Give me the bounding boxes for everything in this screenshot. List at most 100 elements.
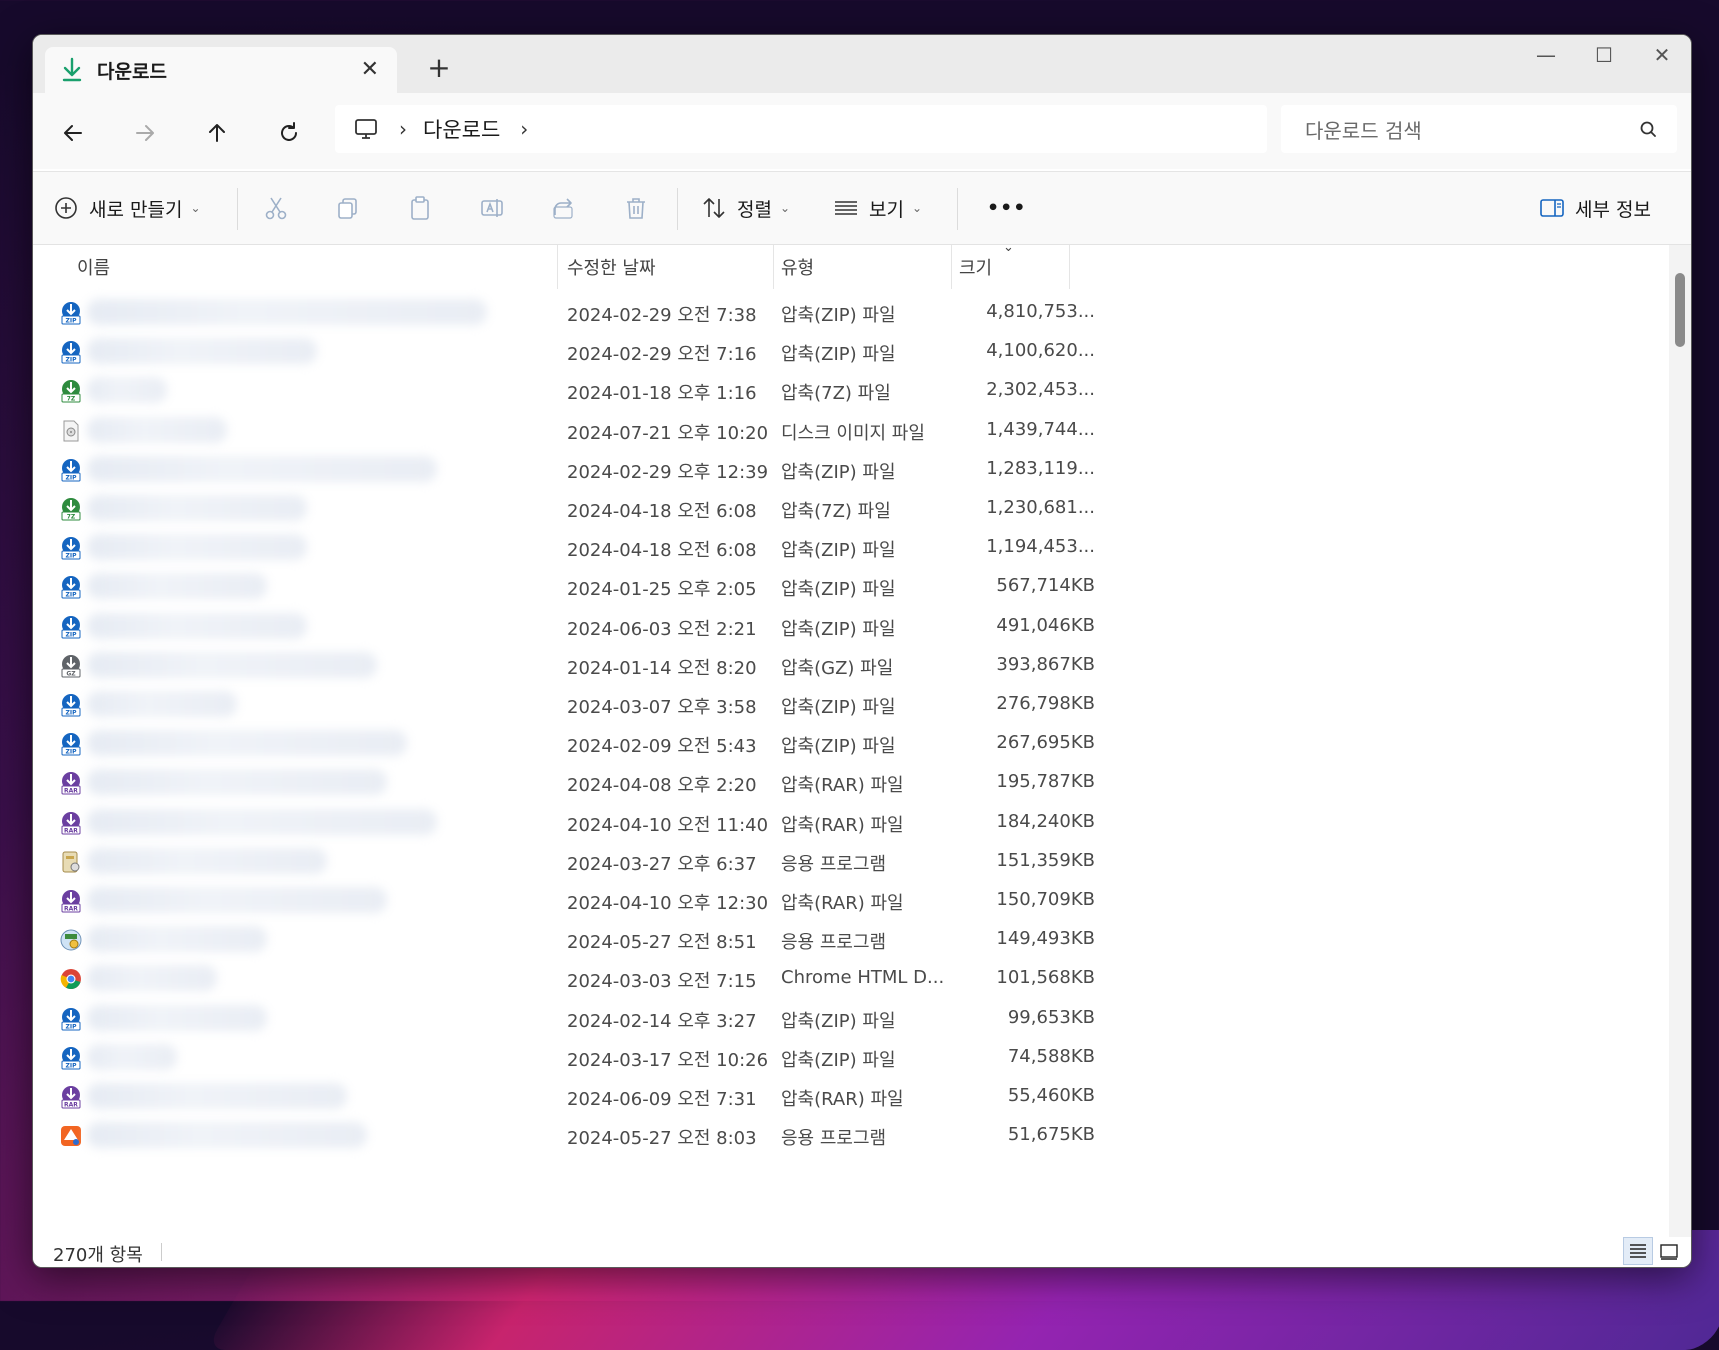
table-row[interactable]: RAR 2024-04-10 오전 11:40 압축(RAR) 파일 184,240… [33, 801, 1095, 844]
column-header-date[interactable]: 수정한 날짜 [567, 245, 656, 289]
rar-archive-icon: RAR [59, 889, 83, 913]
table-row[interactable]: ZIP 2024-02-29 오전 7:38 압축(ZIP) 파일 4,810,75… [33, 291, 1095, 334]
zip-archive-icon: ZIP [59, 340, 83, 364]
file-name-redacted[interactable] [87, 377, 167, 404]
file-name-redacted[interactable] [87, 926, 267, 953]
arrow-right-icon [136, 125, 154, 141]
copy-button[interactable] [335, 184, 361, 232]
delete-button[interactable] [623, 184, 649, 232]
file-name-redacted[interactable] [87, 1083, 347, 1109]
table-row[interactable]: GZ 2024-01-14 오전 8:20 압축(GZ) 파일 393,867KB [33, 644, 1095, 687]
svg-text:ZIP: ZIP [66, 631, 78, 638]
view-button[interactable]: 보기 ⌄ [833, 184, 922, 232]
column-divider[interactable] [773, 245, 774, 289]
file-size: 150,709KB [996, 889, 1095, 910]
search-input[interactable]: 다운로드 검색 [1305, 115, 1639, 144]
paste-button[interactable] [407, 184, 433, 232]
tab-downloads[interactable]: 다운로드 ✕ [45, 47, 397, 93]
file-name-redacted[interactable] [87, 730, 407, 757]
search-box[interactable]: 다운로드 검색 [1281, 105, 1677, 153]
file-name-redacted[interactable] [87, 495, 307, 521]
up-button[interactable] [199, 115, 235, 151]
file-modified-date: 2024-02-29 오전 7:16 [567, 344, 757, 366]
table-row[interactable]: ZIP 2024-03-17 오전 10:26 압축(ZIP) 파일 74,588K… [33, 1036, 1095, 1079]
new-tab-button[interactable]: + [419, 51, 459, 84]
tab-close-button[interactable]: ✕ [361, 57, 379, 82]
file-name-redacted[interactable] [87, 416, 227, 443]
table-row[interactable]: 2024-05-27 오전 8:03 응용 프로그램 51,675KB [33, 1114, 1095, 1157]
table-row[interactable]: RAR 2024-04-08 오후 2:20 압축(RAR) 파일 195,787K… [33, 761, 1095, 804]
column-header-size[interactable]: 크기 [959, 245, 992, 289]
table-row[interactable]: RAR 2024-04-10 오후 12:30 압축(RAR) 파일 150,709… [33, 879, 1095, 922]
forward-button[interactable] [127, 115, 163, 151]
refresh-button[interactable] [271, 115, 307, 151]
details-pane-button[interactable]: 세부 정보 [1539, 184, 1651, 232]
column-divider[interactable] [1069, 245, 1070, 289]
table-row[interactable]: 2024-05-27 오전 8:51 응용 프로그램 149,493KB [33, 918, 1095, 961]
maximize-button[interactable]: ☐ [1579, 43, 1629, 79]
table-row[interactable]: 2024-07-21 오후 10:20 디스크 이미지 파일 1,439,744..… [33, 409, 1095, 452]
zip-archive-icon: ZIP [59, 1007, 83, 1031]
svg-text:ZIP: ZIP [66, 474, 78, 481]
table-row[interactable]: 2024-03-03 오전 7:15 Chrome HTML D... 101,56… [33, 957, 1095, 1000]
vertical-scrollbar[interactable] [1669, 245, 1691, 1237]
file-name-redacted[interactable] [87, 612, 307, 639]
file-name-redacted[interactable] [87, 887, 387, 913]
file-name-redacted[interactable] [87, 847, 327, 874]
file-name-redacted[interactable] [87, 1122, 367, 1149]
table-row[interactable]: ZIP 2024-01-25 오후 2:05 압축(ZIP) 파일 567,714K… [33, 565, 1095, 608]
svg-text:ZIP: ZIP [66, 357, 78, 364]
minimize-button[interactable]: — [1521, 43, 1571, 79]
table-row[interactable]: ZIP 2024-04-18 오전 6:08 압축(ZIP) 파일 1,194,45… [33, 526, 1095, 569]
file-name-redacted[interactable] [87, 691, 237, 717]
file-type: 디스크 이미지 파일 [781, 422, 925, 444]
rar-archive-icon: RAR [59, 1085, 83, 1109]
file-name-redacted[interactable] [87, 534, 307, 561]
file-type: 응용 프로그램 [781, 853, 887, 875]
file-name-redacted[interactable] [87, 651, 377, 678]
column-divider[interactable] [951, 245, 952, 289]
table-row[interactable]: ZIP 2024-03-07 오후 3:58 압축(ZIP) 파일 276,798K… [33, 683, 1095, 726]
file-name-redacted[interactable] [87, 455, 437, 482]
table-row[interactable]: ZIP 2024-02-14 오후 3:27 압축(ZIP) 파일 99,653KB [33, 997, 1095, 1040]
table-row[interactable]: ZIP 2024-02-09 오전 5:43 압축(ZIP) 파일 267,695K… [33, 722, 1095, 765]
tiles-view-icon [1660, 1244, 1678, 1260]
column-header-name[interactable]: 이름 [77, 245, 110, 289]
scrollbar-thumb[interactable] [1675, 273, 1685, 347]
breadcrumb-downloads[interactable]: 다운로드 [423, 114, 500, 144]
table-row[interactable]: 2024-03-27 오후 6:37 응용 프로그램 151,359KB [33, 840, 1095, 883]
rename-button[interactable] [479, 184, 505, 232]
table-row[interactable]: 7Z 2024-04-18 오전 6:08 압축(7Z) 파일 1,230,681.… [33, 487, 1095, 530]
details-view-toggle[interactable] [1623, 1237, 1653, 1265]
file-name-redacted[interactable] [87, 299, 487, 325]
file-modified-date: 2024-04-18 오전 6:08 [567, 540, 757, 562]
breadcrumb-trail[interactable]: › [520, 117, 528, 141]
file-name-redacted[interactable] [87, 1004, 267, 1031]
tiles-view-toggle[interactable] [1655, 1239, 1683, 1265]
new-button[interactable]: 새로 만들기 ⌄ [53, 184, 201, 232]
file-name-redacted[interactable] [87, 965, 217, 992]
column-header-type[interactable]: 유형 [781, 245, 814, 289]
file-name-redacted[interactable] [87, 769, 387, 796]
file-name-redacted[interactable] [87, 808, 437, 835]
rename-icon [481, 199, 503, 217]
cut-button[interactable] [263, 184, 289, 232]
address-bar[interactable]: › 다운로드 › [335, 105, 1267, 153]
table-row[interactable]: 7Z 2024-01-18 오후 1:16 압축(7Z) 파일 2,302,453.… [33, 369, 1095, 412]
file-name-redacted[interactable] [87, 573, 267, 600]
column-divider[interactable] [557, 245, 558, 289]
more-options-button[interactable]: ••• [977, 184, 1026, 232]
close-button[interactable]: ✕ [1637, 43, 1687, 79]
table-row[interactable]: ZIP 2024-02-29 오전 7:16 압축(ZIP) 파일 4,100,62… [33, 330, 1095, 373]
back-button[interactable] [55, 115, 91, 151]
svg-text:ZIP: ZIP [66, 749, 78, 756]
table-row[interactable]: RAR 2024-06-09 오전 7:31 압축(RAR) 파일 55,460KB [33, 1075, 1095, 1118]
new-button-label: 새로 만들기 [89, 198, 183, 221]
share-button[interactable] [551, 184, 577, 232]
file-name-redacted[interactable] [87, 1043, 177, 1070]
file-name-redacted[interactable] [87, 338, 317, 365]
table-row[interactable]: ZIP 2024-06-03 오전 2:21 압축(ZIP) 파일 491,046K… [33, 605, 1095, 648]
breadcrumb-separator: › [399, 117, 407, 141]
table-row[interactable]: ZIP 2024-02-29 오후 12:39 압축(ZIP) 파일 1,283,1… [33, 448, 1095, 491]
sort-button[interactable]: 정렬 ⌄ [701, 184, 790, 232]
